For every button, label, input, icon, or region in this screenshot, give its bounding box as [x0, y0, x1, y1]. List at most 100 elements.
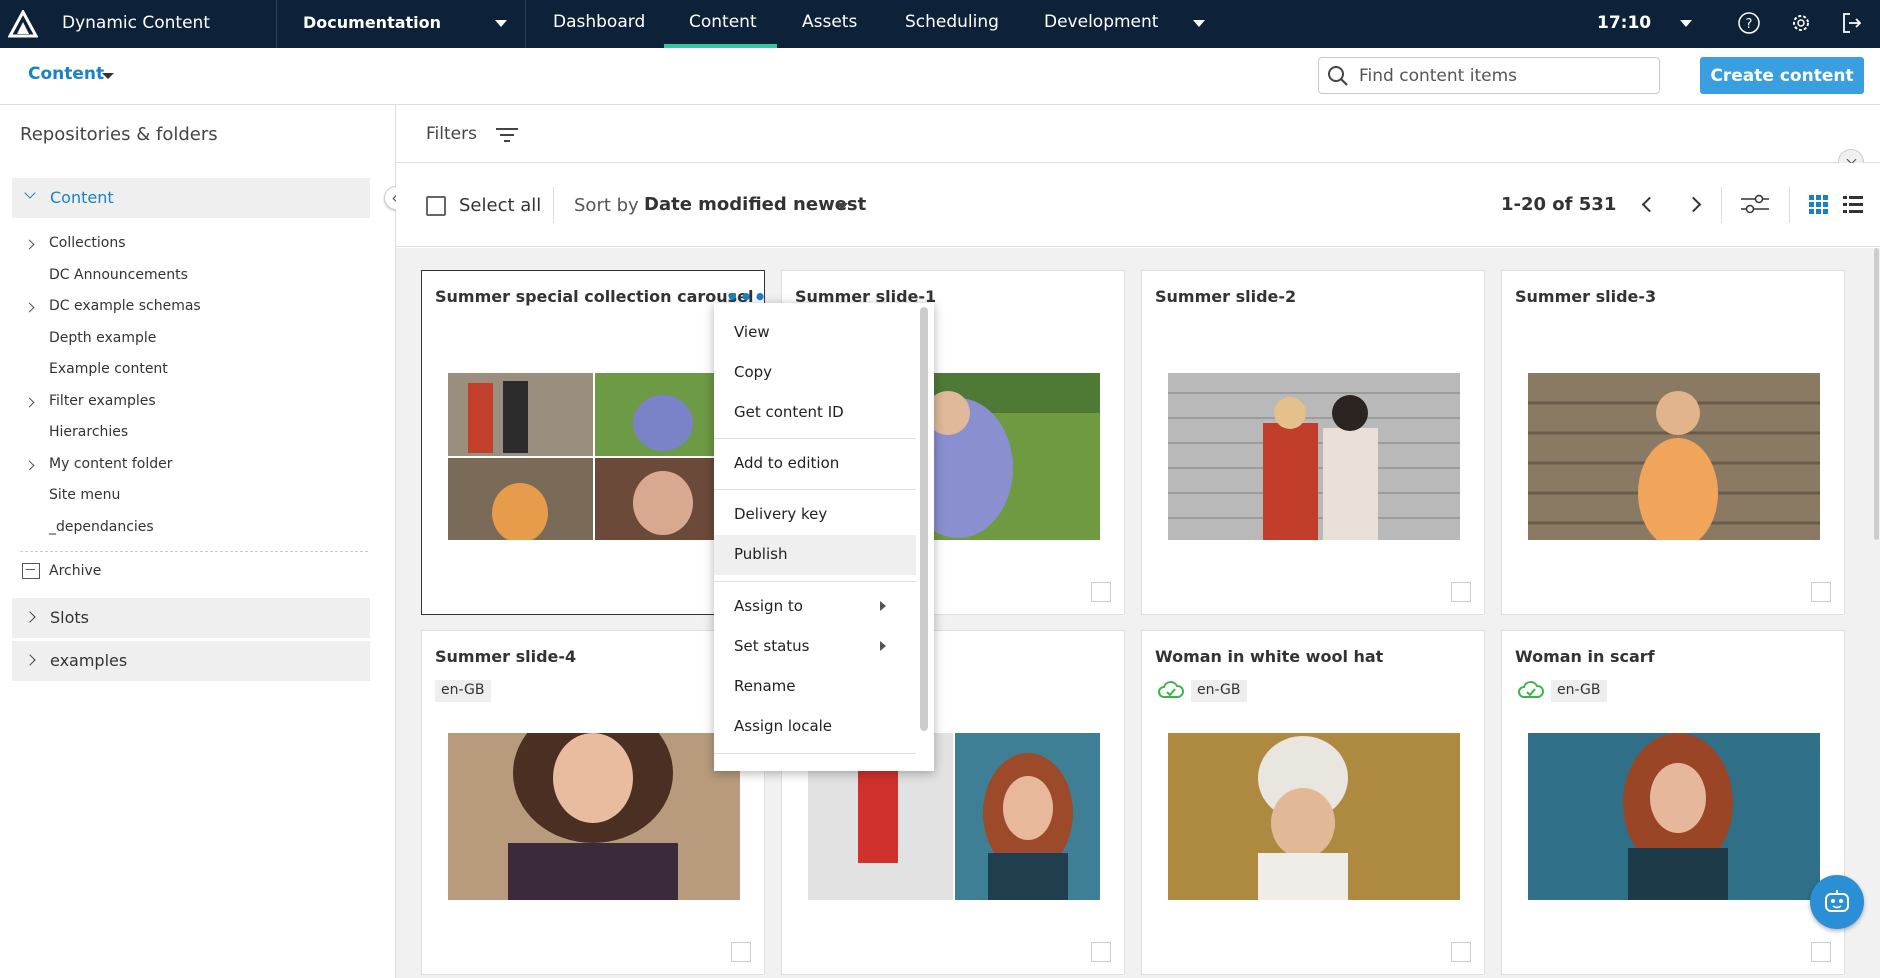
expand-chevron-icon[interactable] — [24, 460, 35, 471]
menu-item-set-status[interactable]: Set status — [714, 627, 916, 667]
menu-separator — [714, 753, 916, 754]
repo-examples[interactable]: examples — [12, 641, 370, 681]
card-checkbox[interactable] — [731, 942, 751, 962]
view-settings-sliders-icon[interactable] — [1741, 193, 1769, 215]
card-checkbox[interactable] — [1811, 582, 1831, 602]
more-options-icon[interactable]: ••• — [726, 287, 767, 307]
tab-scheduling[interactable]: Scheduling — [905, 12, 999, 32]
menu-item-view[interactable]: View — [714, 313, 916, 353]
search-box[interactable] — [1318, 57, 1660, 94]
expand-chevron-icon[interactable] — [24, 397, 35, 408]
submenu-arrow-icon — [880, 641, 886, 651]
folder-dc-announcements[interactable]: DC Announcements — [49, 267, 188, 283]
next-page-icon[interactable] — [1685, 196, 1702, 213]
previous-page-icon[interactable] — [1641, 196, 1658, 213]
card-checkbox[interactable] — [1091, 942, 1111, 962]
menu-item-label: Set status — [734, 637, 810, 655]
folder-depth-example[interactable]: Depth example — [49, 330, 156, 346]
sort-select[interactable]: Date modified newest — [644, 194, 866, 215]
folder-hierarchies[interactable]: Hierarchies — [49, 424, 128, 440]
filters-label[interactable]: Filters — [426, 124, 477, 144]
filter-icon[interactable] — [496, 127, 518, 143]
content-card[interactable]: Summer slide-3 — [1501, 270, 1845, 615]
sub-header: Content Create content — [0, 48, 1880, 105]
divider — [553, 187, 554, 223]
menu-item-assign-locale[interactable]: Assign locale — [714, 707, 916, 747]
chevron-down-icon — [495, 20, 507, 27]
chevron-right-icon[interactable] — [24, 654, 36, 666]
folder-filter-examples[interactable]: Filter examples — [49, 393, 156, 409]
help-icon[interactable]: ? — [1737, 11, 1761, 35]
repo-content-label: Content — [50, 188, 114, 207]
tab-development[interactable]: Development — [1044, 12, 1158, 32]
folder-example-content[interactable]: Example content — [49, 361, 168, 377]
menu-item-label: Delivery key — [734, 505, 828, 523]
folder-my-content-folder[interactable]: My content folder — [49, 456, 173, 472]
folder-dc-example-schemas[interactable]: DC example schemas — [49, 298, 201, 314]
tab-content[interactable]: Content — [689, 12, 757, 32]
published-cloud-icon — [1158, 681, 1184, 698]
menu-item-add-to-edition[interactable]: Add to edition — [714, 444, 916, 484]
menu-item-label: View — [734, 323, 770, 341]
card-title: Woman in scarf — [1515, 647, 1655, 666]
grid-scrollbar[interactable] — [1873, 248, 1880, 978]
expand-chevron-icon[interactable] — [24, 302, 35, 313]
search-input[interactable] — [1359, 64, 1649, 88]
chevron-down-icon[interactable] — [24, 187, 36, 199]
search-icon — [1328, 66, 1348, 86]
more-tabs-chevron-icon[interactable] — [1193, 20, 1205, 27]
logout-icon[interactable] — [1840, 11, 1864, 35]
pagination-count: 1-20 of 531 — [1501, 194, 1617, 215]
repo-slots-label: Slots — [50, 608, 89, 627]
card-image — [1168, 373, 1460, 540]
menu-item-label: Rename — [734, 677, 796, 695]
card-checkbox[interactable] — [1091, 582, 1111, 602]
tab-assets[interactable]: Assets — [802, 12, 857, 32]
menu-item-delivery-key[interactable]: Delivery key — [714, 495, 916, 535]
menu-item-label: Assign locale — [734, 717, 833, 735]
list-view-icon[interactable] — [1843, 195, 1863, 215]
chevron-right-icon[interactable] — [24, 611, 36, 623]
menu-item-rename[interactable]: Rename — [714, 667, 916, 707]
content-card[interactable]: Woman in scarf en-GB — [1501, 630, 1845, 975]
menu-scrollbar[interactable] — [920, 307, 928, 731]
card-title: Summer slide-4 — [435, 647, 577, 666]
menu-item-label: Copy — [734, 363, 773, 381]
content-card[interactable]: Woman in white wool hat en-GB — [1141, 630, 1485, 975]
menu-item-publish[interactable]: Publish — [714, 535, 916, 575]
menu-item-copy[interactable]: Copy — [714, 353, 916, 393]
published-cloud-icon — [1518, 681, 1544, 698]
locale-badge: en-GB — [1191, 680, 1247, 702]
grid-view-icon[interactable] — [1809, 195, 1829, 215]
submenu-arrow-icon — [880, 601, 886, 611]
archive-link[interactable]: Archive — [49, 563, 101, 579]
folder-dependancies[interactable]: _dependancies — [49, 519, 154, 535]
select-all-checkbox[interactable] — [426, 196, 446, 216]
select-all-label[interactable]: Select all — [459, 195, 541, 216]
menu-item-get-content-id[interactable]: Get content ID — [714, 393, 916, 433]
content-card[interactable]: Summer slide-2 — [1141, 270, 1485, 615]
menu-item-assign-to[interactable]: Assign to — [714, 587, 916, 627]
card-checkbox[interactable] — [1811, 942, 1831, 962]
hub-selector[interactable]: Documentation — [276, 0, 526, 48]
repo-content[interactable]: Content — [12, 178, 370, 218]
content-menu[interactable]: Content — [28, 64, 104, 84]
folder-site-menu[interactable]: Site menu — [49, 487, 120, 503]
settings-gear-icon[interactable] — [1789, 11, 1813, 35]
expand-chevron-icon[interactable] — [24, 239, 35, 250]
folder-collections[interactable]: Collections — [49, 235, 126, 251]
time-chevron-icon[interactable] — [1680, 20, 1692, 27]
repositories-sidebar: Repositories & folders Content Collectio… — [0, 105, 396, 978]
menu-item-label: Assign to — [734, 597, 803, 615]
chatbot-button[interactable] — [1810, 875, 1864, 929]
card-checkbox[interactable] — [1451, 942, 1471, 962]
content-menu-chevron-icon[interactable] — [102, 73, 114, 79]
time-display: 17:10 — [1597, 13, 1652, 33]
card-checkbox[interactable] — [1451, 582, 1471, 602]
card-image — [448, 733, 740, 900]
sort-chevron-icon[interactable] — [836, 203, 848, 210]
repo-slots[interactable]: Slots — [12, 598, 370, 638]
create-content-button[interactable]: Create content — [1700, 57, 1864, 94]
tab-dashboard[interactable]: Dashboard — [553, 12, 645, 32]
amplience-logo-icon[interactable] — [8, 10, 38, 38]
